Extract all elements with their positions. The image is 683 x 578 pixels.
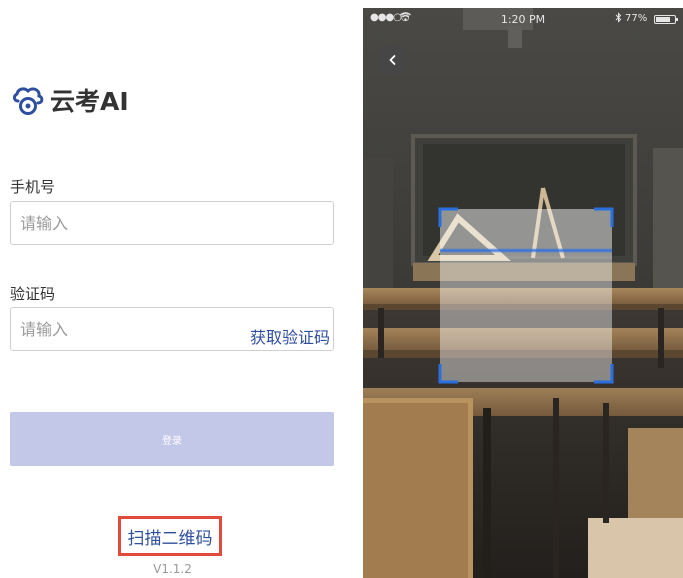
battery-percent: 77%	[625, 13, 648, 24]
verification-code-input[interactable]	[20, 308, 230, 350]
brand-name: 云考AI	[50, 87, 129, 116]
scan-frame-corners	[438, 207, 614, 384]
phone-input[interactable]	[20, 202, 230, 244]
scan-qr-link[interactable]: 扫描二维码	[118, 516, 222, 556]
scan-qr-label: 扫描二维码	[127, 528, 213, 549]
phone-label: 手机号	[10, 178, 56, 196]
battery-icon	[654, 15, 678, 24]
bluetooth-icon	[615, 12, 622, 26]
cloud-logo-icon	[13, 87, 44, 115]
code-field-box: 获取验证码	[10, 307, 334, 351]
version-label: V1.1.2	[153, 562, 192, 576]
scanner-screen: ●●●○○ 1:20 PM 77%	[363, 8, 683, 578]
phone-field-box	[10, 201, 334, 245]
status-bar: ●●●○○ 1:20 PM 77%	[363, 8, 683, 30]
back-button[interactable]	[378, 45, 408, 75]
login-screen: 云考AI 手机号 验证码 获取验证码 登录 扫描二维码 V1.1.2	[0, 0, 345, 578]
get-code-button[interactable]: 获取验证码	[250, 324, 330, 348]
code-label: 验证码	[10, 285, 56, 303]
chevron-left-icon	[389, 55, 396, 65]
login-button[interactable]: 登录	[10, 412, 334, 466]
brand: 云考AI	[10, 82, 129, 118]
